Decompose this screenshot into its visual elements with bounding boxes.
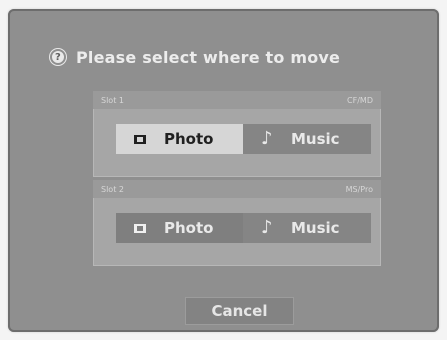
slot-2-photo-label: Photo [164, 219, 214, 237]
slot-2-panel: Slot 2 MS/Pro Photo ♪ Music [93, 180, 381, 266]
cancel-button[interactable]: Cancel [185, 297, 294, 325]
slot-2-photo-button[interactable]: Photo [116, 213, 243, 243]
photo-icon [134, 219, 164, 237]
slot-2-music-button[interactable]: ♪ Music [243, 213, 371, 243]
slot-1-photo-label: Photo [164, 130, 214, 148]
slot-1-button-row: Photo ♪ Music [116, 124, 371, 154]
music-note-icon: ♪ [261, 217, 273, 238]
photo-icon [134, 130, 164, 148]
dialog-title-row: ? Please select where to move [50, 45, 340, 69]
dialog-title: Please select where to move [76, 47, 341, 67]
question-icon: ? [50, 49, 66, 65]
slot-1-label: Slot 1 [101, 95, 124, 105]
slot-1-music-label: Music [291, 130, 340, 148]
slot-1-card-type: CF/MD [347, 95, 373, 105]
slot-2-music-label: Music [291, 219, 340, 237]
slot-2-label: Slot 2 [101, 184, 124, 194]
slot-2-button-row: Photo ♪ Music [116, 213, 371, 243]
slot-1-panel: Slot 1 CF/MD Photo ♪ Music [93, 91, 381, 177]
music-note-icon: ♪ [261, 128, 273, 149]
slot-1-header: Slot 1 CF/MD [93, 91, 381, 109]
slot-1-music-button[interactable]: ♪ Music [243, 124, 371, 154]
slot-2-header: Slot 2 MS/Pro [93, 180, 381, 198]
slot-1-photo-button[interactable]: Photo [116, 124, 243, 154]
move-dialog: ? Please select where to move Slot 1 CF/… [8, 9, 439, 332]
slot-2-card-type: MS/Pro [345, 184, 373, 194]
